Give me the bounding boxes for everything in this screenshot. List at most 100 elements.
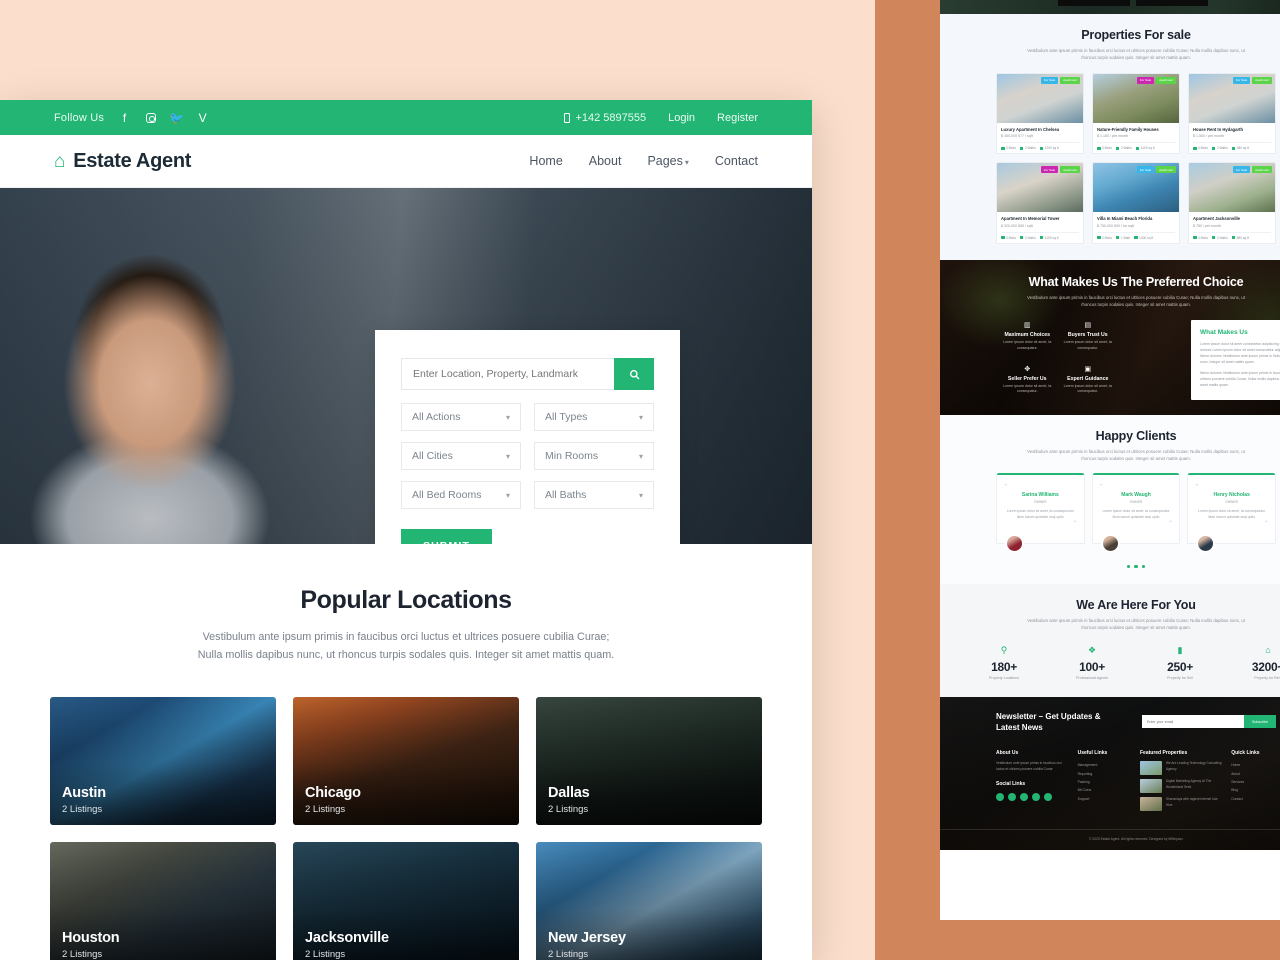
location-name: Chicago	[305, 784, 361, 801]
feature-maximum-choices: ▥ Maximum Choices Lorem ipsum dolor sit …	[1000, 321, 1055, 352]
home-icon: ⌂	[1265, 644, 1271, 655]
choice-features: ▥ Maximum Choices Lorem ipsum dolor sit …	[940, 321, 1175, 395]
location-card-dallas[interactable]: Dallas 2 Listings	[536, 696, 762, 825]
location-count: 2 Listings	[62, 948, 103, 960]
useful-link-item[interactable]: Packing	[1078, 778, 1132, 786]
card-paragraph-1: Lorem ipsum dolor sit amet consectetur a…	[1200, 341, 1280, 364]
nav-item-home[interactable]: Home	[529, 154, 562, 168]
newsletter-email-input[interactable]	[1142, 715, 1245, 729]
location-card-houston[interactable]: Houston 2 Listings	[50, 841, 276, 960]
property-area: 580 sq ft	[1231, 236, 1249, 240]
bath-icon	[1019, 236, 1024, 239]
stat-label: Property for Rent	[1254, 675, 1280, 680]
properties-subtitle: Vestibulum ante ipsum primis in faucibus…	[1027, 48, 1245, 61]
useful-link-item[interactable]: Reporting	[1078, 769, 1132, 777]
search-button[interactable]	[614, 358, 654, 390]
chevron-down-icon: ▾	[638, 490, 643, 500]
facebook-icon[interactable]	[996, 792, 1004, 801]
property-image: For Sale Apartment	[1189, 73, 1275, 123]
social-links: f 🐦 V	[118, 111, 209, 124]
footer-heading-social: Social Links	[996, 780, 1026, 787]
quick-link-item[interactable]: Contact	[1231, 795, 1276, 803]
twitter-icon[interactable]: 🐦	[169, 111, 184, 124]
location-card-new-jersey[interactable]: New Jersey 2 Listings	[536, 841, 762, 960]
quick-link-item[interactable]: Blog	[1231, 786, 1276, 794]
vimeo-icon[interactable]	[1044, 792, 1052, 801]
search-input[interactable]	[401, 358, 614, 390]
useful-link-item[interactable]: Management	[1078, 761, 1132, 769]
useful-link-item[interactable]: Bit Coins	[1078, 786, 1132, 794]
footer-heading: About Us	[996, 750, 1019, 757]
register-link[interactable]: Register	[717, 112, 758, 124]
footer-heading: Useful Links	[1077, 750, 1108, 757]
property-area: 1150 sq ft	[1039, 236, 1059, 240]
feature-title: Seller Prefer Us	[1007, 375, 1047, 382]
facebook-icon[interactable]: f	[118, 111, 131, 124]
footer-col-quick: Quick Links Home About Services Blog Con…	[1231, 750, 1276, 815]
property-card[interactable]: For Sale Apartment Villa In Miami Beach F…	[1092, 162, 1180, 244]
bath-icon	[1211, 236, 1216, 239]
brand-logo[interactable]: ⌂ Estate Agent	[54, 150, 191, 173]
property-image: For Sale Apartment	[1093, 73, 1179, 123]
area-icon	[1231, 146, 1236, 150]
quick-link-item[interactable]: About	[1231, 769, 1276, 777]
location-card-austin[interactable]: Austin 2 Listings	[50, 696, 276, 825]
testimonial-role: OWNER	[1034, 499, 1047, 504]
useful-link-item[interactable]: Support	[1078, 795, 1132, 803]
select-all-bed-rooms[interactable]: All Bed Rooms ▾	[401, 481, 521, 509]
select-all-types[interactable]: All Types ▾	[534, 403, 654, 431]
type-badge: Apartment	[1156, 166, 1176, 174]
nav-item-pages[interactable]: Pages ▾	[647, 154, 688, 168]
quick-link-item[interactable]: Services	[1231, 778, 1276, 786]
select-min-rooms[interactable]: Min Rooms ▾	[534, 442, 654, 470]
carousel-dots[interactable]	[940, 564, 1280, 569]
feature-desc: Lorem ipsum dolor sit amet, ta consequat…	[1003, 340, 1052, 350]
filter-selects: All Actions ▾ All Types ▾ All Cities ▾ Min …	[401, 403, 654, 509]
property-area: 1300 sq ft	[1134, 236, 1153, 240]
property-card[interactable]: For Sale Apartment Apartment In Memorial …	[996, 162, 1084, 244]
property-image: For Sale Apartment	[997, 73, 1083, 123]
subscribe-button[interactable]: Subscribe	[1244, 715, 1276, 729]
location-count: 2 Listings	[548, 803, 589, 815]
quick-link-item[interactable]: Home	[1231, 761, 1276, 769]
clients-subtitle: Vestibulum ante ipsum primis in faucibus…	[1027, 449, 1245, 462]
home-icon: ⌂	[54, 150, 66, 172]
footer-heading: Featured Properties	[1140, 750, 1188, 757]
instagram-icon[interactable]	[144, 111, 157, 124]
stat-property-for-sell: ▮ 250+ Property for Sell	[1138, 645, 1222, 680]
property-area: 980 sq ft	[1231, 146, 1249, 150]
location-card-jacksonville[interactable]: Jacksonville 2 Listings	[293, 841, 519, 960]
phone-number[interactable]: +142 5897555	[564, 112, 646, 124]
property-name: House Rent In Hydagarth	[1193, 126, 1244, 132]
linkedin-icon[interactable]	[1032, 792, 1040, 801]
quick-links-list: Home About Services Blog Contact	[1231, 761, 1276, 803]
property-baths: 2 Baths	[1115, 146, 1132, 150]
bath-icon	[1115, 146, 1120, 150]
instagram-icon[interactable]	[1008, 792, 1016, 801]
quote-open-icon: ❝	[1099, 483, 1103, 490]
vimeo-icon[interactable]: V	[196, 111, 209, 124]
select-all-cities[interactable]: All Cities ▾	[401, 442, 521, 470]
property-price: $ 450,000 577 / sqft	[1001, 134, 1033, 139]
location-card-chicago[interactable]: Chicago 2 Listings	[293, 696, 519, 825]
stat-number: 250+	[1167, 659, 1193, 674]
featured-property-item[interactable]: Digital Marketing Agency At The Wonderla…	[1140, 779, 1223, 794]
property-card[interactable]: For Sale Apartment Nature-Friendly Family…	[1092, 72, 1180, 155]
testimonial-card: ❝ Henry Nicholas OWNER Lorem ipsum dolor…	[1187, 472, 1276, 553]
twitter-icon[interactable]	[1020, 792, 1028, 801]
featured-property-item[interactable]: Sharomaya with ragient Internet Use Hive	[1140, 797, 1223, 812]
select-all-actions[interactable]: All Actions ▾	[401, 403, 521, 431]
property-card[interactable]: For Sale Apartment Luxury Apartment In Ch…	[996, 72, 1084, 155]
featured-property-item[interactable]: We Are Leading Technology Consulting Age…	[1140, 761, 1223, 776]
submit-button[interactable]: SUBMIT	[401, 529, 492, 544]
testimonial-name: Sarina Williams	[1021, 491, 1059, 498]
nav-item-about[interactable]: About	[589, 154, 622, 168]
property-card[interactable]: For Sale Apartment House Rent In Hydagart…	[1188, 72, 1276, 155]
nav-item-contact[interactable]: Contact	[715, 154, 758, 168]
select-all-baths[interactable]: All Baths ▾	[534, 481, 654, 509]
property-card[interactable]: For Sale Apartment Apartment Jacksonville…	[1188, 162, 1276, 244]
property-name: Nature-Friendly Family Houses	[1097, 126, 1159, 132]
testimonial-name: Mark Waugh	[1121, 491, 1151, 498]
login-link[interactable]: Login	[668, 112, 695, 124]
stat-number: 180+	[991, 659, 1017, 674]
